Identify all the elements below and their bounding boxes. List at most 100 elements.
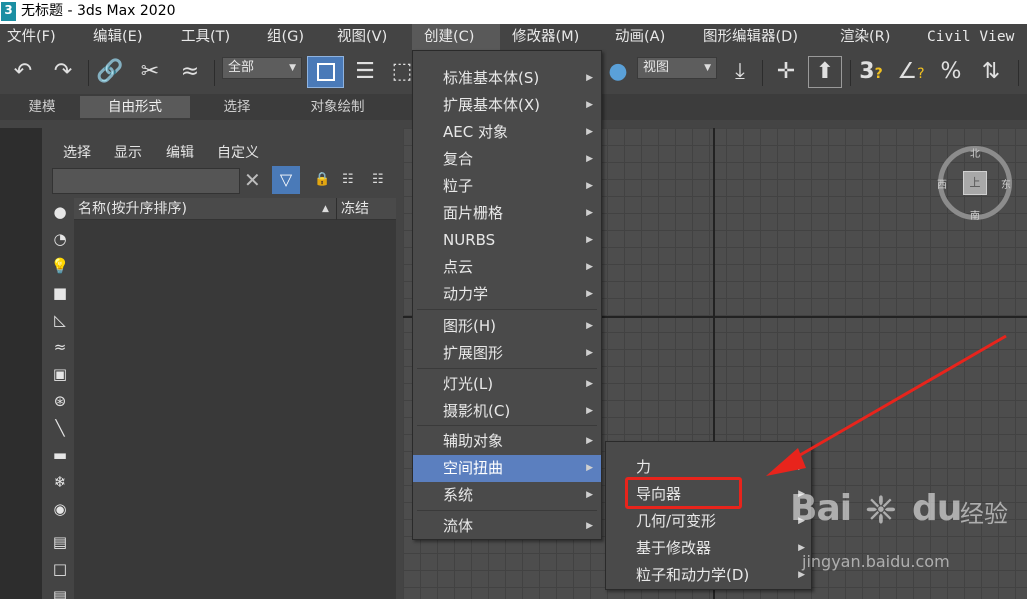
angle-snap-icon[interactable]: ∠?	[897, 58, 925, 86]
layer-hierarchy-icon[interactable]: ☷	[372, 172, 384, 187]
invert-display-icon[interactable]: ▤	[50, 586, 70, 599]
submenu-item-particles-dynamics[interactable]: 粒子和动力学(D) ▶	[606, 562, 811, 589]
menu-rendering[interactable]: 渲染(R)	[840, 24, 890, 50]
select-manipulate-icon[interactable]: ●	[604, 58, 632, 86]
keyboard-shortcut-override-button[interactable]: ⬆	[808, 56, 842, 88]
menu-item-systems[interactable]: 系统 ▶	[413, 482, 601, 509]
menu-file[interactable]: 文件(F)	[7, 24, 56, 50]
clear-search-icon[interactable]: ✕	[244, 168, 261, 192]
tab-freeform[interactable]: 自由形式	[80, 96, 190, 118]
menu-view[interactable]: 视图(V)	[337, 24, 387, 50]
menu-item-patch-grids[interactable]: 面片栅格 ▶	[413, 200, 601, 227]
chevron-right-icon: ▶	[586, 73, 593, 83]
menu-item-extended-primitives[interactable]: 扩展基本体(X) ▶	[413, 92, 601, 119]
hierarchy-icon[interactable]: ☷	[342, 172, 354, 187]
frozen-icon[interactable]: ❄	[50, 472, 70, 492]
se-tab-display[interactable]: 显示	[114, 142, 142, 162]
menu-create[interactable]: 创建(C)	[412, 24, 500, 50]
select-object-icon	[317, 63, 335, 81]
xrefs-icon[interactable]: ⊛	[50, 391, 70, 411]
toolbar-divider	[762, 60, 763, 86]
menu-civil-view[interactable]: Civil View	[927, 24, 1014, 50]
watermark-brand: 经验	[960, 500, 1008, 528]
menu-item-dynamics[interactable]: 动力学 ▶	[413, 281, 601, 308]
submenu-item-geometric-deformable[interactable]: 几何/可变形 ▶	[606, 508, 811, 535]
menu-graph-editors[interactable]: 图形编辑器(D)	[703, 24, 798, 50]
viewcube-top-face[interactable]: 上	[963, 171, 987, 195]
scene-search-input[interactable]	[52, 168, 240, 194]
menu-edit[interactable]: 编辑(E)	[93, 24, 142, 50]
menu-item-nurbs[interactable]: NURBS ▶	[413, 227, 601, 254]
select-object-button[interactable]	[307, 56, 344, 88]
menu-item-extended-shapes[interactable]: 扩展图形 ▶	[413, 340, 601, 367]
menu-item-cameras[interactable]: 摄影机(C) ▶	[413, 398, 601, 425]
lock-icon[interactable]: 🔒	[314, 172, 330, 187]
scene-object-list[interactable]	[74, 220, 396, 599]
column-frozen-header[interactable]: 冻结	[336, 198, 369, 220]
menu-animation[interactable]: 动画(A)	[615, 24, 665, 50]
menu-modifiers[interactable]: 修改器(M)	[512, 24, 579, 50]
se-tab-select[interactable]: 选择	[63, 142, 91, 162]
chevron-right-icon: ▶	[586, 463, 593, 473]
submenu-item-modifier-based[interactable]: 基于修改器 ▶	[606, 535, 811, 562]
menu-item-helpers[interactable]: 辅助对象 ▶	[413, 428, 601, 455]
scene-explorer-panel: 选择 显示 编辑 自定义 ✕ ▽ 🔒 ☷ ☷ 名称(按升序排序) ▲ 冻结 ● …	[42, 128, 402, 599]
spinner-snap-icon[interactable]: ⇅	[977, 58, 1005, 86]
hidden-icon[interactable]: ◉	[50, 499, 70, 519]
reference-coord-dropdown[interactable]: 视图 ▼	[637, 57, 717, 79]
tab-selection[interactable]: 选择	[192, 96, 282, 118]
menu-tools[interactable]: 工具(T)	[181, 24, 230, 50]
column-name-header[interactable]: 名称(按升序排序)	[78, 198, 187, 220]
menu-item-label: AEC 对象	[443, 123, 508, 141]
app-icon: 3	[1, 2, 16, 21]
geometry-icon[interactable]: ●	[50, 202, 70, 222]
shapes-icon[interactable]: ◔	[50, 229, 70, 249]
menu-item-label: 扩展图形	[443, 344, 504, 362]
groups-icon[interactable]: ▣	[50, 364, 70, 384]
compass-south: 南	[970, 211, 980, 222]
pivot-icon[interactable]: ⤓	[726, 58, 754, 86]
chevron-right-icon: ▶	[586, 100, 593, 110]
menu-item-lights[interactable]: 灯光(L) ▶	[413, 371, 601, 398]
menu-item-label: 图形(H)	[443, 317, 496, 335]
percent-snap-icon[interactable]: %	[937, 58, 965, 86]
containers-icon[interactable]: ▬	[50, 445, 70, 465]
menu-item-fluids[interactable]: 流体 ▶	[413, 513, 601, 540]
display-none-icon[interactable]: □	[50, 559, 70, 579]
chevron-right-icon: ▶	[586, 521, 593, 531]
tab-modeling[interactable]: 建模	[4, 96, 80, 118]
menu-item-space-warps[interactable]: 空间扭曲 ▶	[413, 455, 601, 482]
tab-object-paint[interactable]: 对象绘制	[285, 96, 390, 118]
display-all-icon[interactable]: ▤	[50, 532, 70, 552]
menu-separator	[417, 510, 597, 511]
menu-item-compound[interactable]: 复合 ▶	[413, 146, 601, 173]
cameras-icon[interactable]: ■	[50, 283, 70, 303]
chevron-right-icon: ▶	[586, 181, 593, 191]
helpers-icon[interactable]: ◺	[50, 310, 70, 330]
bind-space-warp-icon[interactable]: ≈	[176, 58, 204, 86]
window-title: 无标题 - 3ds Max 2020	[21, 3, 176, 19]
menu-item-point-cloud[interactable]: 点云 ▶	[413, 254, 601, 281]
menu-group[interactable]: 组(G)	[267, 24, 304, 50]
select-by-name-icon[interactable]: ☰	[351, 58, 379, 86]
menu-item-aec-objects[interactable]: AEC 对象 ▶	[413, 119, 601, 146]
se-tab-edit[interactable]: 编辑	[166, 142, 194, 162]
selection-filter-dropdown[interactable]: 全部 ▼	[222, 57, 302, 79]
lights-icon[interactable]: 💡	[50, 256, 70, 276]
menu-item-standard-primitives[interactable]: 标准基本体(S) ▶	[413, 65, 601, 92]
menu-item-shapes[interactable]: 图形(H) ▶	[413, 313, 601, 340]
move-icon[interactable]: ✛	[772, 58, 800, 86]
baidu-watermark: Bai ❈ du 经验 jingyan.baidu.com	[790, 488, 1027, 588]
viewcube[interactable]: 上 北 南 东 西	[937, 146, 1012, 222]
undo-icon[interactable]: ↶	[9, 58, 37, 86]
unlink-icon[interactable]: ✂	[136, 58, 164, 86]
filter-icon[interactable]: ▽	[272, 166, 300, 194]
redo-icon[interactable]: ↷	[49, 58, 77, 86]
menu-item-particles[interactable]: 粒子 ▶	[413, 173, 601, 200]
space-warps-icon[interactable]: ≈	[50, 337, 70, 357]
bones-icon[interactable]: ╲	[50, 418, 70, 438]
snap-3d-icon[interactable]: 3?	[857, 58, 885, 86]
se-tab-customize[interactable]: 自定义	[217, 142, 259, 162]
link-icon[interactable]: 🔗	[96, 58, 124, 86]
submenu-item-label: 粒子和动力学(D)	[636, 566, 750, 584]
